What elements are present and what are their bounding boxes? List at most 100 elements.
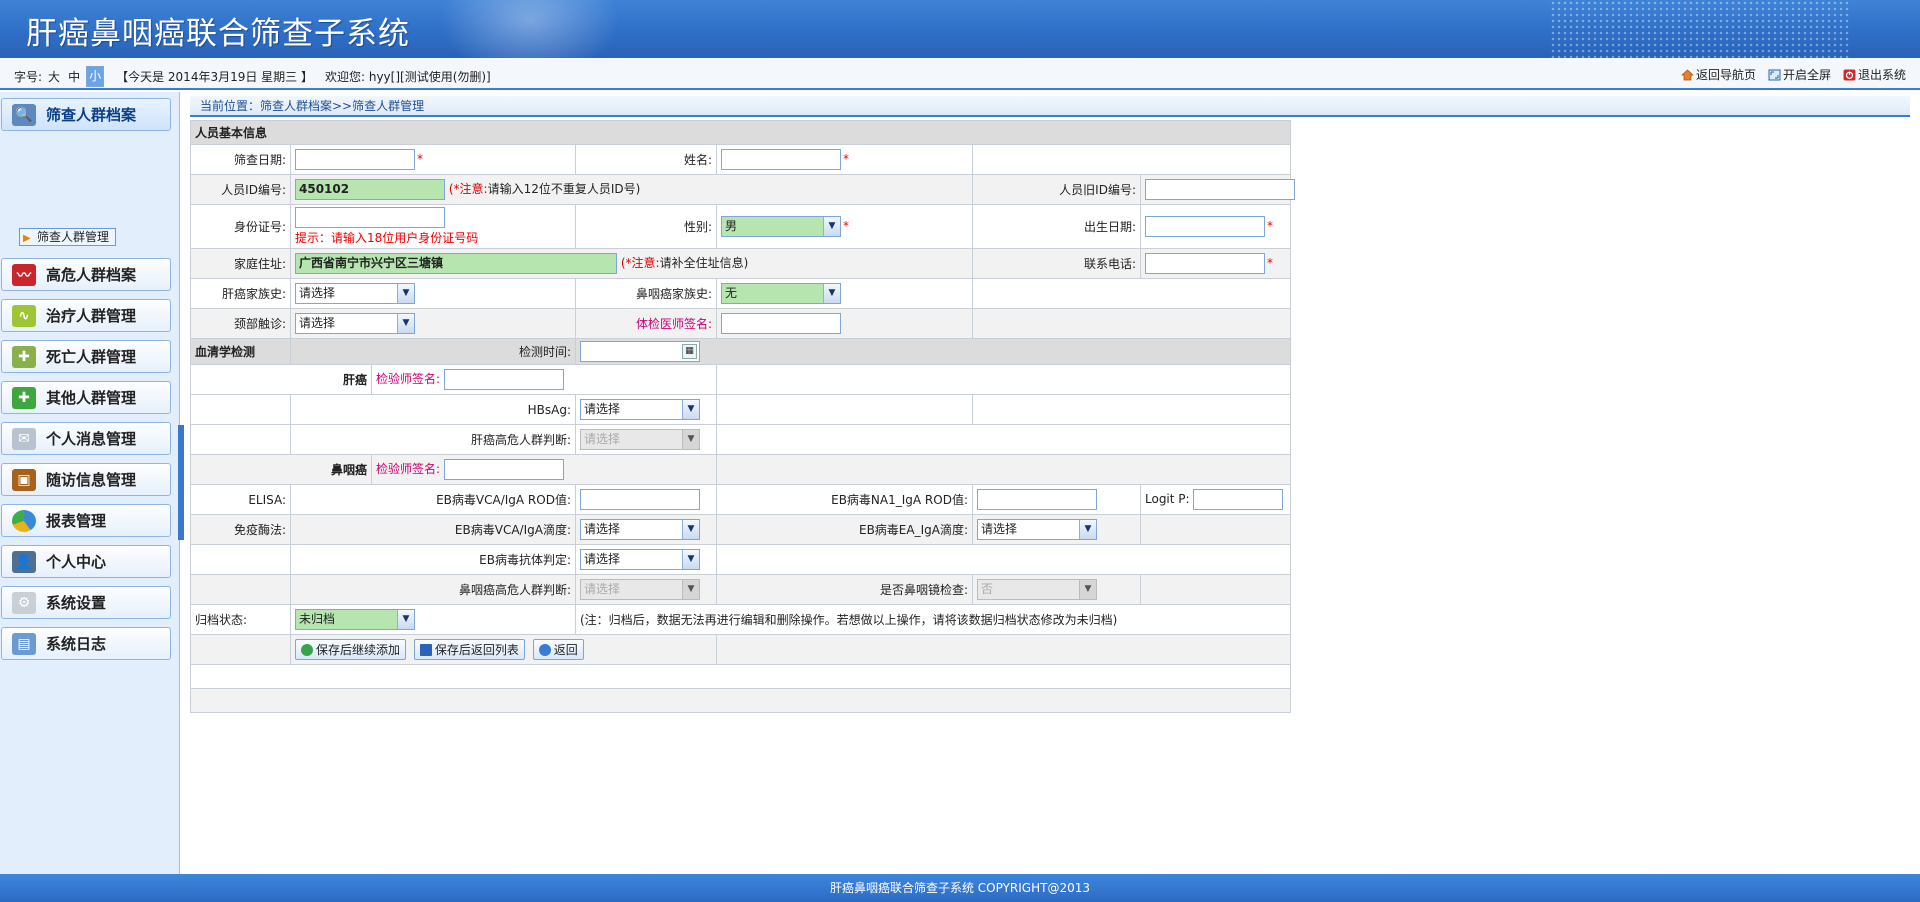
liver-family-label: 肝癌家族史: xyxy=(190,278,291,309)
sidebar-item-treatment[interactable]: ∿ 治疗人群管理 xyxy=(1,299,171,332)
sidebar-item-label: 筛查人群档案 xyxy=(46,106,137,124)
liver-lab-sign-input[interactable] xyxy=(443,369,564,390)
user-icon: 👤 xyxy=(12,550,36,573)
sidebar-subitem-screening-manage[interactable]: ▶ 筛查人群管理 xyxy=(19,228,116,246)
id-card-input[interactable] xyxy=(295,207,445,228)
back-nav-label: 返回导航页 xyxy=(1695,68,1756,82)
neck-select[interactable]: 请选择 ▼ xyxy=(295,313,415,334)
birth-input[interactable] xyxy=(1145,216,1265,237)
pie-chart-icon xyxy=(12,509,36,532)
npc-lab-sign-input[interactable] xyxy=(443,459,564,480)
doctor-sign-label: 体检医师签名: xyxy=(575,308,717,339)
font-size-large[interactable]: 大 xyxy=(46,68,62,85)
archive-select[interactable]: 未归档 ▼ xyxy=(295,609,415,630)
archive-label: 归档状态: xyxy=(190,604,291,635)
back-nav-link[interactable]: 返回导航页 xyxy=(1681,66,1756,83)
save-continue-button[interactable]: 保存后继续添加 xyxy=(295,639,407,660)
antibody-select[interactable]: 请选择 ▼ xyxy=(580,549,700,570)
npc-lab-sign-label: 检验师签名: xyxy=(376,462,441,476)
sidebar-item-reports[interactable]: 报表管理 xyxy=(1,504,171,537)
section-basic-info: 人员基本信息 xyxy=(189,120,1292,145)
logit-input[interactable] xyxy=(1193,489,1284,510)
sidebar-item-followup[interactable]: ▣ 随访信息管理 xyxy=(1,463,171,496)
endoscope-value: 否 xyxy=(981,582,994,596)
chevron-down-icon: ▼ xyxy=(397,314,414,333)
sidebar-item-screening[interactable]: 🔍 筛查人群档案 xyxy=(1,98,171,131)
save-continue-label: 保存后继续添加 xyxy=(316,643,401,657)
font-size-medium[interactable]: 中 xyxy=(66,68,82,85)
vca-rod-input[interactable] xyxy=(580,489,700,510)
ea-titer-value: 请选择 xyxy=(981,522,1018,536)
sidebar-item-high-risk[interactable]: 〰高危人群档案 xyxy=(1,258,171,291)
gender-select[interactable]: 男 ▼ xyxy=(721,216,841,237)
na1-rod-label: EB病毒NA1_IgA ROD值: xyxy=(716,484,973,515)
back-arrow-icon xyxy=(538,643,551,656)
chevron-down-icon: ▼ xyxy=(397,610,414,629)
sidebar-item-logs[interactable]: ▤ 系统日志 xyxy=(1,627,171,660)
sidebar-item-settings[interactable]: ⚙ 系统设置 xyxy=(1,586,171,619)
liver-family-select[interactable]: 请选择 ▼ xyxy=(295,283,415,304)
liver-risk-select[interactable]: 请选择 ▼ xyxy=(580,429,700,450)
welcome-text: 欢迎您: hyy[][测试使用(勿删)] xyxy=(324,70,491,84)
endoscope-select[interactable]: 否 ▼ xyxy=(977,579,1097,600)
hbsag-select[interactable]: 请选择 ▼ xyxy=(580,399,700,420)
old-id-input[interactable] xyxy=(1145,179,1295,200)
header-glow xyxy=(440,0,620,58)
antibody-value: 请选择 xyxy=(584,552,621,566)
liver-title: 肝癌 xyxy=(190,364,372,395)
id-card-label: 身份证号: xyxy=(190,204,291,249)
sidebar-item-messages[interactable]: ✉ 个人消息管理 xyxy=(1,422,171,455)
fullscreen-link[interactable]: 开启全屏 xyxy=(1768,66,1831,83)
neck-label: 颈部触诊: xyxy=(190,308,291,339)
screening-form: 人员基本信息 筛查日期: * 姓名: * 人员ID编号: 450102 (*注意… xyxy=(189,120,1295,713)
font-size-label: 字号: xyxy=(14,70,43,84)
save-return-button[interactable]: 保存后返回列表 xyxy=(413,639,525,660)
sidebar-collapse-handle[interactable] xyxy=(178,425,184,540)
ea-titer-select[interactable]: 请选择 ▼ xyxy=(977,519,1097,540)
sidebar-item-label: 报表管理 xyxy=(46,512,107,530)
chevron-down-icon: ▼ xyxy=(682,430,699,449)
book-icon: ▤ xyxy=(12,632,36,655)
logit-label: Logit P: xyxy=(1145,492,1190,506)
npc-risk-select[interactable]: 请选择 ▼ xyxy=(580,579,700,600)
home-icon xyxy=(1681,69,1694,81)
liver-risk-value: 请选择 xyxy=(584,432,621,446)
address-input[interactable]: 广西省南宁市兴宁区三塘镇 xyxy=(295,253,617,274)
phone-input[interactable] xyxy=(1145,253,1265,274)
id-card-hint: 提示：请输入18位用户身份证号码 xyxy=(295,231,479,245)
exit-link[interactable]: 退出系统 xyxy=(1843,66,1906,83)
address-note: 请补全住址信息) xyxy=(659,256,749,270)
power-icon xyxy=(1843,69,1856,81)
system-title: 肝癌鼻咽癌联合筛查子系统 xyxy=(26,16,410,52)
sidebar-item-profile[interactable]: 👤 个人中心 xyxy=(1,545,171,578)
chevron-down-icon: ▼ xyxy=(397,284,414,303)
archive-note: (注：归档后，数据无法再进行编辑和删除操作。若想做以上操作，请将该数据归档状态修… xyxy=(574,604,1292,635)
old-id-label: 人员旧ID编号: xyxy=(972,174,1141,205)
sidebar-item-label: 治疗人群管理 xyxy=(46,307,137,325)
sidebar-item-other[interactable]: ✚ 其他人群管理 xyxy=(1,381,171,414)
doctor-sign-input[interactable] xyxy=(721,313,841,334)
screen-date-input[interactable] xyxy=(295,149,415,170)
briefcase-icon: ▣ xyxy=(12,468,36,491)
header-world-map-pattern xyxy=(1550,0,1850,58)
npc-risk-value: 请选择 xyxy=(584,582,621,596)
sidebar-item-death[interactable]: ✚ 死亡人群管理 xyxy=(1,340,171,373)
date-text: 【今天是 2014年3月19日 星期三 】 xyxy=(116,70,313,84)
app-header: 肝癌鼻咽癌联合筛查子系统 xyxy=(0,0,1920,58)
vca-titer-select[interactable]: 请选择 ▼ xyxy=(580,519,700,540)
chevron-down-icon: ▼ xyxy=(682,550,699,569)
person-id-input[interactable]: 450102 xyxy=(295,179,445,200)
na1-rod-input[interactable] xyxy=(977,489,1097,510)
search-doc-icon: 🔍 xyxy=(12,103,36,126)
font-size-small[interactable]: 小 xyxy=(86,66,105,87)
name-input[interactable] xyxy=(721,149,841,170)
pulse-icon: ∿ xyxy=(12,304,36,327)
fullscreen-label: 开启全屏 xyxy=(1782,68,1831,82)
submenu-label: 筛查人群管理 xyxy=(37,230,110,244)
back-button[interactable]: 返回 xyxy=(532,639,584,660)
fullscreen-icon xyxy=(1768,69,1781,81)
chevron-down-icon: ▼ xyxy=(682,520,699,539)
npc-family-select[interactable]: 无 ▼ xyxy=(721,283,841,304)
test-time-input[interactable]: ▦ xyxy=(580,341,700,362)
name-label: 姓名: xyxy=(575,144,717,175)
